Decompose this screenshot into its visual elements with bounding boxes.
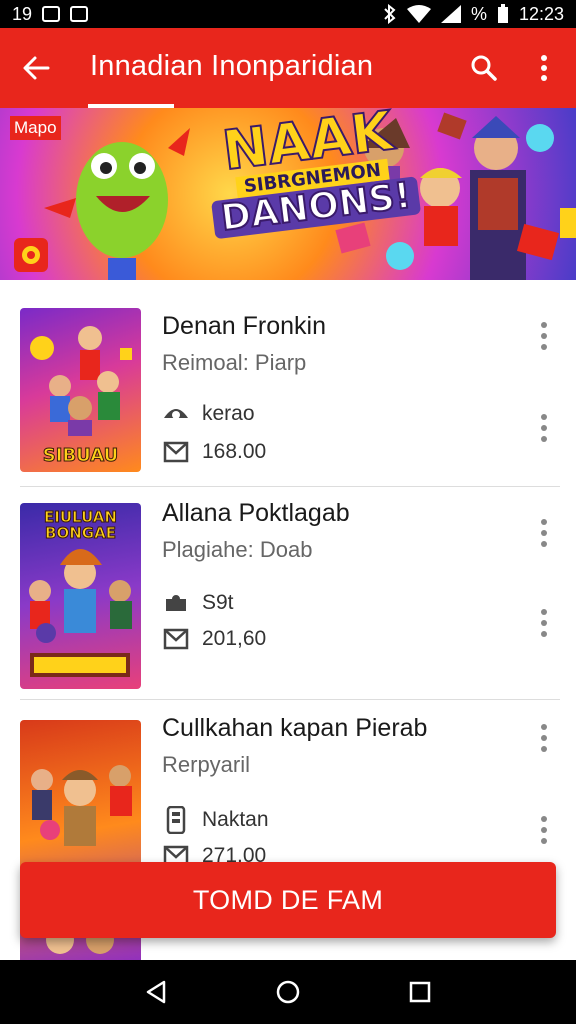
notification-icon — [42, 6, 61, 22]
item-meta-text: Naktan — [202, 808, 269, 831]
puzzle-icon — [162, 589, 190, 617]
item-subtitle: Plagiahe: Doab — [162, 537, 313, 562]
nav-back-icon — [146, 980, 166, 1004]
nav-home-button[interactable] — [264, 968, 312, 1016]
more-vert-icon — [541, 55, 547, 81]
item-meta-row: Naktan — [162, 806, 269, 834]
list-item[interactable]: SIBUAU Denan Fronkin Reimoal: Piarp kera… — [0, 290, 576, 486]
item-subtitle: Rerpyaril — [162, 752, 251, 777]
item-meta-row: S9t — [162, 589, 234, 617]
banner-badge: Mapo — [10, 116, 61, 140]
thumb-caption: SIBUAU — [42, 445, 119, 467]
item-meta-text: S9t — [202, 591, 234, 614]
app-title: Innadian Inonparidian — [90, 50, 374, 82]
system-nav-bar — [0, 960, 576, 1024]
item-title: Allana Poktlagab — [162, 499, 350, 527]
overflow-menu-button[interactable] — [526, 48, 562, 88]
mail-icon — [162, 438, 190, 466]
item-title: Denan Fronkin — [162, 312, 326, 340]
item-menu-button[interactable] — [530, 513, 558, 553]
signal-icon — [440, 5, 461, 23]
mail-icon — [162, 625, 190, 653]
nav-recents-button[interactable] — [396, 968, 444, 1016]
search-button[interactable] — [464, 48, 504, 88]
app-bar: Innadian Inonparidian — [0, 28, 576, 108]
item-meta-text: kerao — [202, 402, 255, 425]
item-thumbnail: SIBUAU — [20, 308, 141, 472]
bluetooth-icon — [384, 4, 396, 24]
status-left-text: 19 — [12, 3, 33, 24]
arrow-back-icon — [23, 56, 50, 80]
banner-app-icon — [14, 238, 48, 272]
status-bar: 19 % 12:23 — [0, 0, 576, 28]
promo-banner[interactable]: Mapo NAAK SIBRGNEMON DANONS! — [0, 108, 576, 280]
item-menu-button[interactable] — [530, 408, 558, 448]
image-notification-icon — [70, 6, 89, 22]
battery-percent: % — [470, 3, 487, 24]
item-meta-text: 201,60 — [202, 627, 267, 650]
nav-home-icon — [276, 980, 300, 1004]
item-menu-button[interactable] — [530, 603, 558, 643]
item-subtitle: Reimoal: Piarp — [162, 350, 307, 375]
phone-icon — [162, 806, 190, 834]
status-right: % 12:23 — [383, 4, 564, 25]
status-left: 19 — [12, 3, 89, 25]
item-meta-row: kerao — [162, 400, 255, 428]
battery-icon — [497, 4, 508, 23]
thumb-caption: EIULUAN BONGAE — [44, 508, 118, 542]
eye-icon — [162, 400, 190, 428]
item-thumbnail: EIULUAN BONGAE — [20, 503, 141, 689]
back-button[interactable] — [16, 48, 56, 88]
status-time: 12:23 — [518, 3, 564, 24]
primary-action-button[interactable]: TOMD DE FAM — [20, 862, 556, 938]
item-meta-row: 168.00 — [162, 438, 266, 466]
search-icon — [471, 55, 497, 81]
item-menu-button[interactable] — [530, 718, 558, 758]
item-menu-button[interactable] — [530, 316, 558, 356]
item-meta-text: 168.00 — [202, 440, 267, 463]
wifi-icon — [406, 5, 431, 23]
item-meta-row: 201,60 — [162, 625, 266, 653]
item-menu-button[interactable] — [530, 810, 558, 850]
nav-back-button[interactable] — [132, 968, 180, 1016]
item-title: Cullkahan kapan Pierab — [162, 714, 428, 742]
list-item[interactable]: EIULUAN BONGAE Allana Poktlagab Plagiahe… — [0, 487, 576, 699]
nav-recents-icon — [409, 981, 431, 1003]
